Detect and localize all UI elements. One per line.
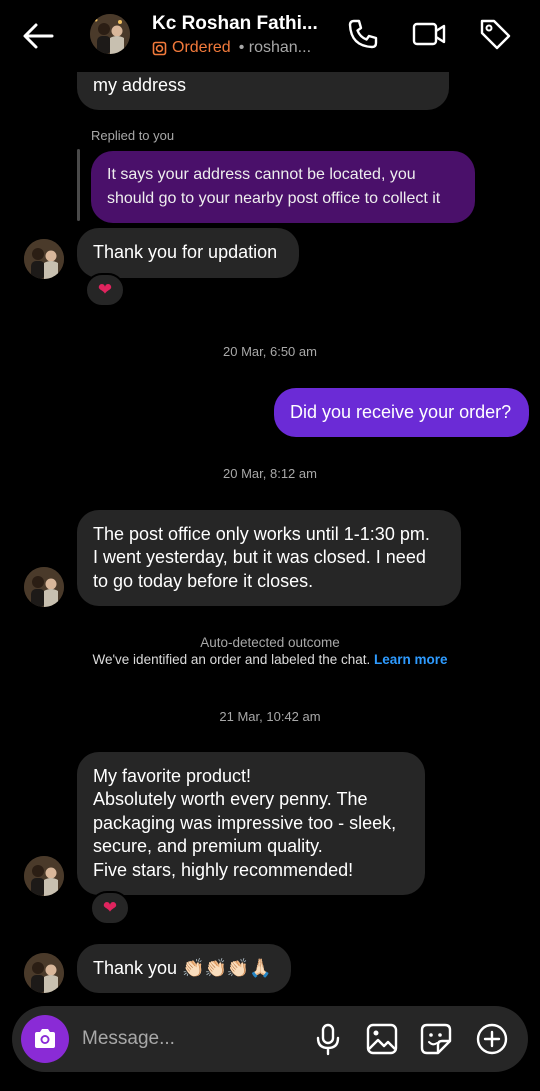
contact-subtitle: Ordered • roshan...	[152, 39, 311, 57]
contact-avatar-small[interactable]	[24, 856, 64, 896]
auto-detected-notice: We've identified an order and labeled th…	[0, 652, 540, 667]
received-message[interactable]: Thank you 👏🏻👏🏻👏🏻🙏🏻	[77, 944, 291, 993]
message-text-line: packaging was impressive too - sleek,	[93, 812, 397, 833]
heart-icon: ❤	[97, 280, 113, 299]
message-input[interactable]	[82, 1024, 282, 1054]
message-text: my address	[93, 75, 187, 96]
message-text-line: The post office only works until 1-1:30 …	[93, 523, 430, 544]
message-text-line: secure, and premium quality.	[93, 836, 323, 857]
replied-label: Replied to you	[91, 128, 175, 143]
message-text-line: Absolutely worth every penny. The	[93, 789, 368, 810]
gallery-icon[interactable]	[364, 1021, 400, 1057]
message-text: Thank you for updation	[93, 242, 278, 263]
message-text: Did you receive your order?	[290, 401, 512, 422]
learn-more-link[interactable]: Learn more	[374, 652, 448, 667]
contact-avatar-small[interactable]	[24, 953, 64, 993]
contact-name[interactable]: Kc Roshan Fathi...	[152, 13, 318, 35]
chat-header: Kc Roshan Fathi... Ordered • roshan...	[0, 0, 540, 72]
back-arrow-icon[interactable]	[20, 18, 56, 54]
plus-icon[interactable]	[474, 1021, 510, 1057]
auto-detected-title: Auto-detected outcome	[200, 635, 340, 650]
heart-icon: ❤	[102, 898, 118, 917]
auto-detected-body: We've identified an order and labeled th…	[92, 652, 371, 667]
heart-reaction[interactable]: ❤	[85, 273, 125, 307]
quoted-text-line: should go to your nearby post office to …	[107, 190, 441, 207]
quoted-text-line: It says your address cannot be located, …	[107, 166, 416, 183]
message-text-line: I went yesterday, but it was closed. I n…	[93, 547, 426, 568]
sent-message[interactable]: Did you receive your order?	[274, 388, 529, 437]
order-status-label: Ordered	[172, 39, 231, 56]
message-text-line: to go today before it closes.	[93, 570, 314, 591]
microphone-icon[interactable]	[310, 1021, 346, 1057]
contact-avatar-small[interactable]	[24, 567, 64, 607]
message-text-line: My favorite product!	[93, 765, 252, 786]
message-text-line: Five stars, highly recommended!	[93, 859, 354, 880]
message-text: Thank you 👏🏻👏🏻👏🏻🙏🏻	[93, 957, 272, 978]
timestamp: 20 Mar, 6:50 am	[223, 344, 317, 359]
tag-icon[interactable]	[477, 16, 513, 52]
message-composer	[12, 1006, 528, 1072]
sticker-icon[interactable]	[418, 1021, 454, 1057]
received-message[interactable]: The post office only works until 1-1:30 …	[77, 510, 461, 606]
timestamp: 21 Mar, 10:42 am	[219, 709, 321, 724]
camera-icon	[35, 1029, 55, 1048]
received-message[interactable]: Thank you for updation	[77, 228, 299, 278]
contact-username: • roshan...	[238, 39, 312, 56]
contact-avatar-small[interactable]	[24, 239, 64, 279]
reply-indicator-bar	[77, 149, 80, 221]
ordered-status-icon	[152, 41, 167, 55]
camera-button[interactable]	[21, 1015, 69, 1063]
phone-icon[interactable]	[345, 16, 381, 52]
timestamp: 20 Mar, 8:12 am	[223, 466, 317, 481]
video-icon[interactable]	[411, 16, 447, 52]
quoted-reply-bubble[interactable]: It says your address cannot be located, …	[91, 151, 475, 223]
heart-reaction[interactable]: ❤	[90, 891, 130, 925]
received-message[interactable]: My favorite product! Absolutely worth ev…	[77, 752, 425, 895]
contact-avatar[interactable]	[90, 14, 130, 54]
